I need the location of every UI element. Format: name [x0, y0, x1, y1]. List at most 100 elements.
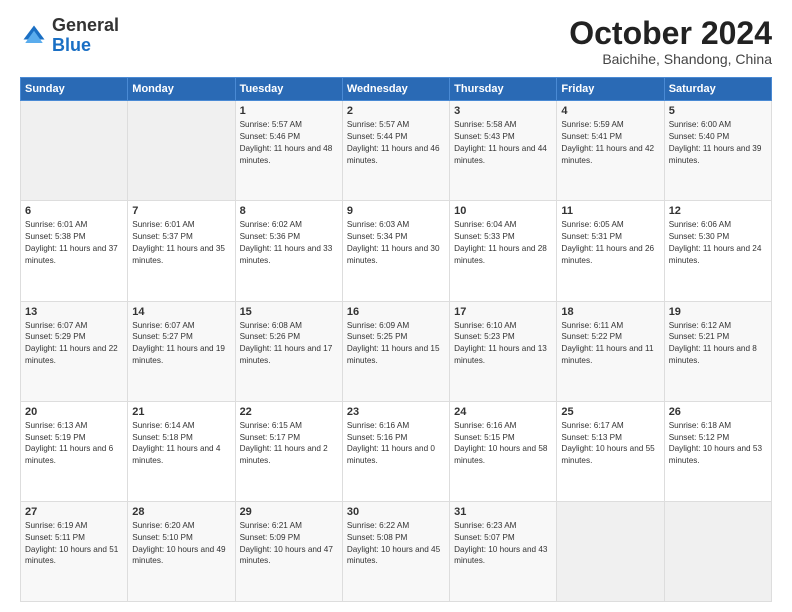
calendar-day-cell: 7 Sunrise: 6:01 AM Sunset: 5:37 PM Daylig…: [128, 201, 235, 301]
day-info: Sunrise: 6:09 AM Sunset: 5:25 PM Dayligh…: [347, 320, 445, 368]
calendar-day-cell: 21Sunrise: 6:14 AM Sunset: 5:18 PM Dayli…: [128, 401, 235, 501]
calendar-day-cell: 4 Sunrise: 5:59 AM Sunset: 5:41 PM Daylig…: [557, 101, 664, 201]
day-info: Sunrise: 6:02 AM Sunset: 5:36 PM Dayligh…: [240, 219, 338, 267]
day-number: 16: [347, 306, 445, 318]
calendar-day-cell: 20 Sunrise: 6:13 AM Sunset: 5:19 PM Dayli…: [21, 401, 128, 501]
calendar-day-cell: 19Sunrise: 6:12 AM Sunset: 5:21 PM Dayli…: [664, 301, 771, 401]
header: General Blue October 2024 Baichihe, Shan…: [20, 16, 772, 67]
calendar-week-row: 6 Sunrise: 6:01 AM Sunset: 5:38 PM Daylig…: [21, 201, 772, 301]
day-info: Sunrise: 6:13 AM Sunset: 5:19 PM Dayligh…: [25, 420, 123, 468]
day-info: Sunrise: 5:59 AM Sunset: 5:41 PM Dayligh…: [561, 119, 659, 167]
day-info: Sunrise: 6:11 AM Sunset: 5:22 PM Dayligh…: [561, 320, 659, 368]
day-info: Sunrise: 6:07 AM Sunset: 5:27 PM Dayligh…: [132, 320, 230, 368]
calendar-day-cell: 28 Sunrise: 6:20 AM Sunset: 5:10 PM Dayli…: [128, 501, 235, 601]
weekday-header: Tuesday: [235, 78, 342, 101]
day-number: 4: [561, 105, 659, 117]
calendar-day-cell: 31 Sunrise: 6:23 AM Sunset: 5:07 PM Dayli…: [450, 501, 557, 601]
day-info: Sunrise: 6:01 AM Sunset: 5:37 PM Dayligh…: [132, 219, 230, 267]
day-info: Sunrise: 6:14 AM Sunset: 5:18 PM Dayligh…: [132, 420, 230, 468]
calendar-day-cell: 16 Sunrise: 6:09 AM Sunset: 5:25 PM Dayli…: [342, 301, 449, 401]
day-number: 13: [25, 306, 123, 318]
weekday-header: Sunday: [21, 78, 128, 101]
calendar-body: 1Sunrise: 5:57 AM Sunset: 5:46 PM Daylig…: [21, 101, 772, 602]
day-number: 6: [25, 205, 123, 217]
calendar-day-cell: 22 Sunrise: 6:15 AM Sunset: 5:17 PM Dayli…: [235, 401, 342, 501]
day-info: Sunrise: 6:05 AM Sunset: 5:31 PM Dayligh…: [561, 219, 659, 267]
calendar-day-cell: 3 Sunrise: 5:58 AM Sunset: 5:43 PM Daylig…: [450, 101, 557, 201]
calendar-day-cell: 8 Sunrise: 6:02 AM Sunset: 5:36 PM Daylig…: [235, 201, 342, 301]
weekday-header: Monday: [128, 78, 235, 101]
day-info: Sunrise: 6:23 AM Sunset: 5:07 PM Dayligh…: [454, 520, 552, 568]
day-number: 7: [132, 205, 230, 217]
logo: General Blue: [20, 16, 119, 56]
day-number: 27: [25, 506, 123, 518]
day-number: 9: [347, 205, 445, 217]
weekday-header: Saturday: [664, 78, 771, 101]
calendar-day-cell: 5Sunrise: 6:00 AM Sunset: 5:40 PM Daylig…: [664, 101, 771, 201]
day-number: 3: [454, 105, 552, 117]
day-info: Sunrise: 6:01 AM Sunset: 5:38 PM Dayligh…: [25, 219, 123, 267]
calendar-day-cell: 11 Sunrise: 6:05 AM Sunset: 5:31 PM Dayli…: [557, 201, 664, 301]
calendar-day-cell: 30Sunrise: 6:22 AM Sunset: 5:08 PM Dayli…: [342, 501, 449, 601]
day-number: 5: [669, 105, 767, 117]
day-number: 31: [454, 506, 552, 518]
day-number: 8: [240, 205, 338, 217]
calendar-day-cell: [128, 101, 235, 201]
day-number: 30: [347, 506, 445, 518]
calendar-day-cell: 15Sunrise: 6:08 AM Sunset: 5:26 PM Dayli…: [235, 301, 342, 401]
calendar-day-cell: [557, 501, 664, 601]
day-number: 20: [25, 406, 123, 418]
weekday-header: Friday: [557, 78, 664, 101]
calendar-week-row: 13Sunrise: 6:07 AM Sunset: 5:29 PM Dayli…: [21, 301, 772, 401]
calendar-day-cell: 2 Sunrise: 5:57 AM Sunset: 5:44 PM Daylig…: [342, 101, 449, 201]
calendar-day-cell: [664, 501, 771, 601]
calendar-day-cell: 6 Sunrise: 6:01 AM Sunset: 5:38 PM Daylig…: [21, 201, 128, 301]
weekday-row: SundayMondayTuesdayWednesdayThursdayFrid…: [21, 78, 772, 101]
day-info: Sunrise: 6:17 AM Sunset: 5:13 PM Dayligh…: [561, 420, 659, 468]
calendar-day-cell: 18 Sunrise: 6:11 AM Sunset: 5:22 PM Dayli…: [557, 301, 664, 401]
day-info: Sunrise: 5:57 AM Sunset: 5:44 PM Dayligh…: [347, 119, 445, 167]
day-number: 15: [240, 306, 338, 318]
calendar-week-row: 27Sunrise: 6:19 AM Sunset: 5:11 PM Dayli…: [21, 501, 772, 601]
calendar-day-cell: 1Sunrise: 5:57 AM Sunset: 5:46 PM Daylig…: [235, 101, 342, 201]
day-info: Sunrise: 6:16 AM Sunset: 5:15 PM Dayligh…: [454, 420, 552, 468]
day-info: Sunrise: 5:57 AM Sunset: 5:46 PM Dayligh…: [240, 119, 338, 167]
day-number: 19: [669, 306, 767, 318]
calendar-header: SundayMondayTuesdayWednesdayThursdayFrid…: [21, 78, 772, 101]
day-info: Sunrise: 6:03 AM Sunset: 5:34 PM Dayligh…: [347, 219, 445, 267]
day-number: 2: [347, 105, 445, 117]
calendar-day-cell: 10Sunrise: 6:04 AM Sunset: 5:33 PM Dayli…: [450, 201, 557, 301]
day-number: 22: [240, 406, 338, 418]
day-info: Sunrise: 6:18 AM Sunset: 5:12 PM Dayligh…: [669, 420, 767, 468]
day-number: 29: [240, 506, 338, 518]
calendar-day-cell: 24 Sunrise: 6:16 AM Sunset: 5:15 PM Dayli…: [450, 401, 557, 501]
day-number: 17: [454, 306, 552, 318]
title-area: October 2024 Baichihe, Shandong, China: [569, 16, 772, 67]
calendar-day-cell: 14Sunrise: 6:07 AM Sunset: 5:27 PM Dayli…: [128, 301, 235, 401]
calendar-day-cell: 13Sunrise: 6:07 AM Sunset: 5:29 PM Dayli…: [21, 301, 128, 401]
calendar-day-cell: 9 Sunrise: 6:03 AM Sunset: 5:34 PM Daylig…: [342, 201, 449, 301]
calendar-day-cell: 27Sunrise: 6:19 AM Sunset: 5:11 PM Dayli…: [21, 501, 128, 601]
calendar-week-row: 20 Sunrise: 6:13 AM Sunset: 5:19 PM Dayli…: [21, 401, 772, 501]
calendar-day-cell: 25Sunrise: 6:17 AM Sunset: 5:13 PM Dayli…: [557, 401, 664, 501]
calendar-day-cell: 12Sunrise: 6:06 AM Sunset: 5:30 PM Dayli…: [664, 201, 771, 301]
day-info: Sunrise: 6:20 AM Sunset: 5:10 PM Dayligh…: [132, 520, 230, 568]
weekday-header: Wednesday: [342, 78, 449, 101]
day-number: 26: [669, 406, 767, 418]
calendar-week-row: 1Sunrise: 5:57 AM Sunset: 5:46 PM Daylig…: [21, 101, 772, 201]
day-number: 24: [454, 406, 552, 418]
day-info: Sunrise: 5:58 AM Sunset: 5:43 PM Dayligh…: [454, 119, 552, 167]
page: General Blue October 2024 Baichihe, Shan…: [0, 0, 792, 612]
month-title: October 2024: [569, 16, 772, 51]
location-subtitle: Baichihe, Shandong, China: [569, 51, 772, 67]
day-number: 12: [669, 205, 767, 217]
calendar-day-cell: [21, 101, 128, 201]
day-number: 18: [561, 306, 659, 318]
day-info: Sunrise: 6:15 AM Sunset: 5:17 PM Dayligh…: [240, 420, 338, 468]
weekday-header: Thursday: [450, 78, 557, 101]
day-info: Sunrise: 6:10 AM Sunset: 5:23 PM Dayligh…: [454, 320, 552, 368]
day-info: Sunrise: 6:21 AM Sunset: 5:09 PM Dayligh…: [240, 520, 338, 568]
calendar-table: SundayMondayTuesdayWednesdayThursdayFrid…: [20, 77, 772, 602]
day-number: 28: [132, 506, 230, 518]
day-number: 11: [561, 205, 659, 217]
